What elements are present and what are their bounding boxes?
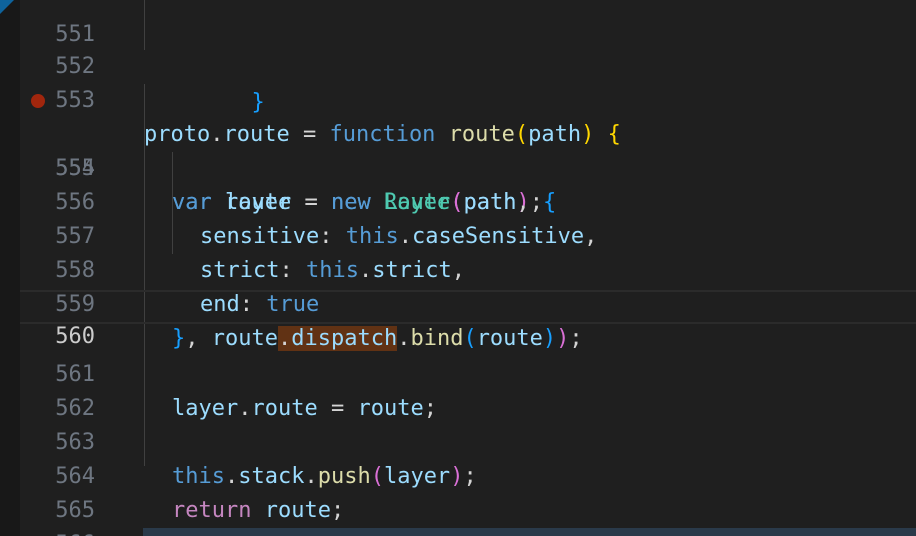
code-line[interactable]: 565 }; — [20, 460, 916, 536]
activity-gutter — [0, 0, 20, 536]
code-line[interactable]: 559 }, route.dispatch.bind(route)); — [20, 254, 916, 351]
scroll-indicator-icon — [0, 0, 14, 14]
code-line[interactable]: 557 strict: this.strict, — [20, 186, 916, 283]
horizontal-scrollbar[interactable] — [143, 528, 916, 536]
code-line[interactable]: 566 — [20, 494, 916, 536]
code-line[interactable]: 561 layer.route = route; — [20, 324, 916, 421]
code-line[interactable]: 562 — [20, 358, 916, 421]
code-editor[interactable]: 551 } 552 553 proto.route = function rou… — [0, 0, 916, 536]
code-line[interactable]: 556 sensitive: this.caseSensitive, — [20, 152, 916, 249]
code-line[interactable]: 553 proto.route = function route(path) { — [20, 50, 916, 147]
code-line[interactable]: 563 this.stack.push(layer); — [20, 392, 916, 489]
code-line[interactable]: 554 var route = new Route(path); — [20, 84, 916, 215]
breakpoint-dot-icon[interactable] — [31, 94, 45, 108]
code-line[interactable]: 558 end: true — [20, 220, 916, 317]
code-line[interactable]: 552 — [20, 16, 916, 79]
code-line-current[interactable]: 560 — [20, 290, 916, 349]
line-number: 566 — [53, 528, 95, 536]
code-line[interactable]: 555 var layer = new Layer(path, { — [20, 118, 916, 215]
code-line[interactable]: 564 return route; — [20, 426, 916, 523]
